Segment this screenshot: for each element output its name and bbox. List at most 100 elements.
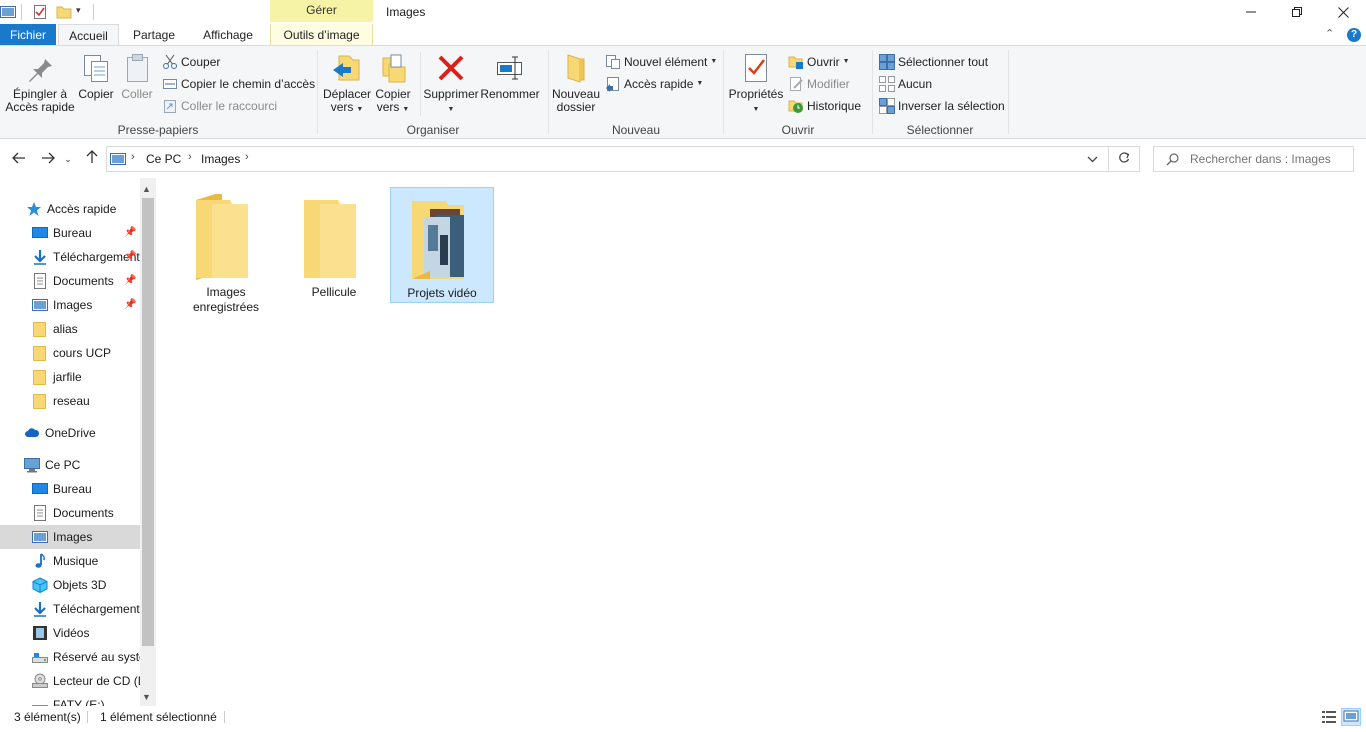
folder-item-video-projects[interactable]: Projets vidéo bbox=[390, 187, 494, 303]
scissors-icon bbox=[162, 54, 178, 70]
open-folder-icon bbox=[788, 54, 804, 70]
nav-quick-pictures[interactable]: Images bbox=[0, 293, 140, 317]
folder-icon bbox=[32, 393, 48, 409]
nav-pc-music[interactable]: Musique bbox=[0, 549, 140, 573]
group-label-select: Sélectionner bbox=[906, 123, 974, 137]
breadcrumb-separator-icon[interactable]: › bbox=[245, 151, 249, 163]
close-button[interactable] bbox=[1320, 0, 1366, 24]
tab-home[interactable]: Accueil bbox=[58, 24, 119, 46]
nav-pane-scrollbar-thumb[interactable] bbox=[142, 198, 154, 646]
address-history-dropdown[interactable] bbox=[1087, 153, 1098, 167]
search-box[interactable] bbox=[1153, 146, 1354, 172]
cut-button[interactable]: Couper bbox=[162, 52, 220, 72]
nav-pc-system-reserved[interactable]: Réservé au système bbox=[0, 645, 140, 669]
folder-icon bbox=[32, 369, 48, 385]
refresh-icon bbox=[1119, 152, 1130, 163]
selection-count: 1 élément sélectionné bbox=[100, 710, 217, 724]
nav-quick-desktop[interactable]: Bureau bbox=[0, 221, 140, 245]
minimize-button[interactable] bbox=[1228, 0, 1274, 24]
new-item-button[interactable]: Nouvel élément ▼ bbox=[605, 52, 717, 72]
group-label-organize: Organiser bbox=[406, 123, 460, 137]
nav-quick-alias[interactable]: alias bbox=[0, 317, 140, 341]
tab-view[interactable]: Affichage bbox=[192, 24, 264, 46]
folder-icon bbox=[32, 345, 48, 361]
nav-pc-desktop[interactable]: Bureau bbox=[0, 477, 140, 501]
refresh-button[interactable] bbox=[1109, 146, 1140, 172]
move-to-icon bbox=[331, 52, 363, 84]
folder-icon bbox=[300, 194, 360, 288]
back-button[interactable] bbox=[9, 150, 29, 168]
pin-to-quick-access-button[interactable]: Épingler à Accès rapide bbox=[4, 52, 76, 114]
new-folder-button[interactable]: Nouveau dossier bbox=[550, 52, 602, 114]
download-icon bbox=[32, 249, 48, 265]
breadcrumb-pictures[interactable]: Images bbox=[201, 152, 240, 166]
new-folder-quick-icon[interactable] bbox=[56, 4, 72, 20]
nav-onedrive[interactable]: OneDrive bbox=[0, 421, 140, 445]
breadcrumb-this-pc[interactable]: Ce PC bbox=[146, 152, 181, 166]
nav-pc-faty-drive[interactable]: FATY (E:) bbox=[0, 693, 140, 706]
scroll-up-icon[interactable]: ▲ bbox=[142, 184, 151, 194]
collapse-ribbon-icon[interactable]: ⌃ bbox=[1325, 27, 1334, 40]
breadcrumb-separator-icon[interactable]: › bbox=[131, 151, 135, 163]
nav-quick-downloads[interactable]: Téléchargements bbox=[0, 245, 140, 269]
invert-selection-button[interactable]: Inverser la sélection bbox=[879, 96, 1005, 116]
large-icons-view-button[interactable] bbox=[1341, 708, 1361, 726]
new-folder-icon bbox=[560, 52, 592, 84]
quick-access-toolbar-dropdown-icon[interactable]: ▾ bbox=[76, 5, 81, 16]
copy-to-button[interactable]: Copier vers ▼ bbox=[372, 52, 414, 116]
pin-icon bbox=[24, 52, 56, 84]
history-button[interactable]: Historique bbox=[788, 96, 861, 116]
music-note-icon bbox=[32, 553, 48, 569]
open-button[interactable]: Ouvrir ▼ bbox=[788, 52, 850, 72]
nav-this-pc[interactable]: Ce PC bbox=[0, 453, 140, 477]
folder-item-saved-pictures[interactable]: Images enregistrées bbox=[174, 186, 278, 316]
tab-share[interactable]: Partage bbox=[124, 24, 184, 46]
copy-path-button[interactable]: Copier le chemin d’accès bbox=[162, 74, 315, 94]
nav-quick-reseau[interactable]: reseau bbox=[0, 389, 140, 413]
window-title: Images bbox=[386, 5, 426, 19]
nav-quick-cours-ucp[interactable]: cours UCP bbox=[0, 341, 140, 365]
rename-button[interactable]: Renommer bbox=[480, 52, 540, 101]
desktop-icon bbox=[32, 225, 48, 241]
nav-quick-jarfile[interactable]: jarfile bbox=[0, 365, 140, 389]
copy-button[interactable]: Copier bbox=[76, 52, 116, 101]
paste-shortcut-icon bbox=[162, 98, 178, 114]
breadcrumb-separator-icon[interactable]: › bbox=[188, 151, 192, 163]
scroll-down-icon[interactable]: ▼ bbox=[142, 692, 151, 702]
properties-button[interactable]: Propriétés ▼ bbox=[726, 52, 786, 116]
nav-pc-pictures[interactable]: Images bbox=[0, 525, 140, 549]
nav-pc-3d-objects[interactable]: Objets 3D bbox=[0, 573, 140, 597]
ribbon: Épingler à Accès rapide Copier Coller Co… bbox=[0, 45, 1366, 139]
restore-button[interactable] bbox=[1274, 0, 1320, 24]
nav-quick-access[interactable]: Accès rapide bbox=[0, 197, 140, 221]
nav-quick-documents[interactable]: Documents bbox=[0, 269, 140, 293]
recent-locations-button[interactable]: ⌄ bbox=[62, 150, 74, 168]
nav-pc-cd-drive[interactable]: Lecteur de CD (D:) bbox=[0, 669, 140, 693]
search-input[interactable] bbox=[1190, 151, 1350, 167]
arrow-right-icon bbox=[42, 152, 55, 164]
nav-pc-documents[interactable]: Documents bbox=[0, 501, 140, 525]
up-button[interactable] bbox=[82, 150, 102, 168]
address-bar[interactable]: › Ce PC › Images › bbox=[106, 146, 1109, 172]
easy-access-button[interactable]: Accès rapide ▼ bbox=[605, 74, 703, 94]
arrow-up-icon bbox=[86, 150, 98, 163]
delete-button[interactable]: Supprimer ▼ bbox=[422, 52, 480, 116]
select-all-button[interactable]: Sélectionner tout bbox=[879, 52, 988, 72]
details-view-button[interactable] bbox=[1321, 709, 1337, 732]
paste-shortcut-button[interactable]: Coller le raccourci bbox=[162, 96, 277, 116]
nav-pc-downloads[interactable]: Téléchargements bbox=[0, 597, 140, 621]
help-icon[interactable]: ? bbox=[1347, 28, 1361, 42]
folder-item-camera-roll[interactable]: Pellicule bbox=[282, 186, 386, 302]
properties-quick-icon[interactable] bbox=[32, 4, 48, 20]
chevron-down-icon bbox=[1087, 156, 1098, 163]
select-none-button[interactable]: Aucun bbox=[879, 74, 932, 94]
tab-file[interactable]: Fichier bbox=[0, 24, 56, 46]
nav-pc-videos[interactable]: Vidéos bbox=[0, 621, 140, 645]
tab-picture-tools[interactable]: Outils d’image bbox=[270, 24, 373, 46]
ribbon-tabs: Fichier Accueil Partage Affichage Outils… bbox=[0, 24, 1366, 46]
paste-button[interactable]: Coller bbox=[118, 52, 156, 101]
window-icon bbox=[0, 4, 16, 20]
forward-button[interactable] bbox=[38, 150, 58, 168]
move-to-button[interactable]: Déplacer vers ▼ bbox=[322, 52, 372, 116]
edit-button[interactable]: Modifier bbox=[788, 74, 850, 94]
